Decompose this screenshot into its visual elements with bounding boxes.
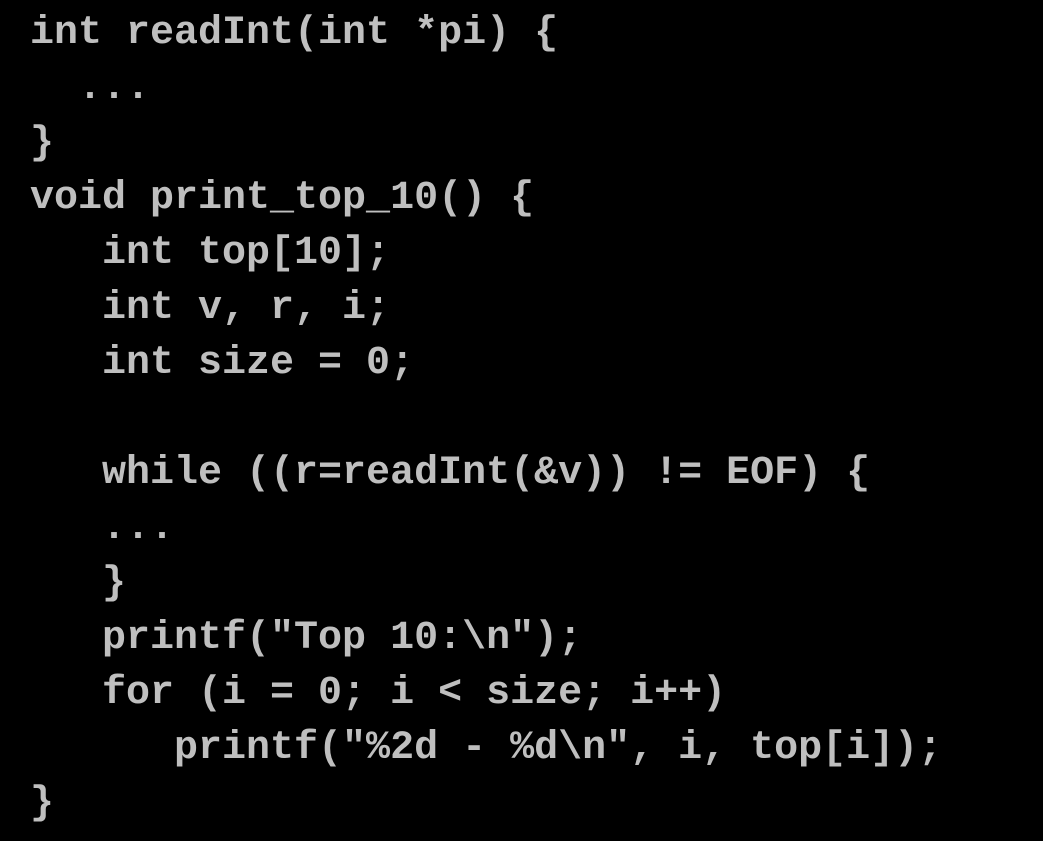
code-block: int readInt(int *pi) { ... } void print_… <box>0 0 1043 831</box>
